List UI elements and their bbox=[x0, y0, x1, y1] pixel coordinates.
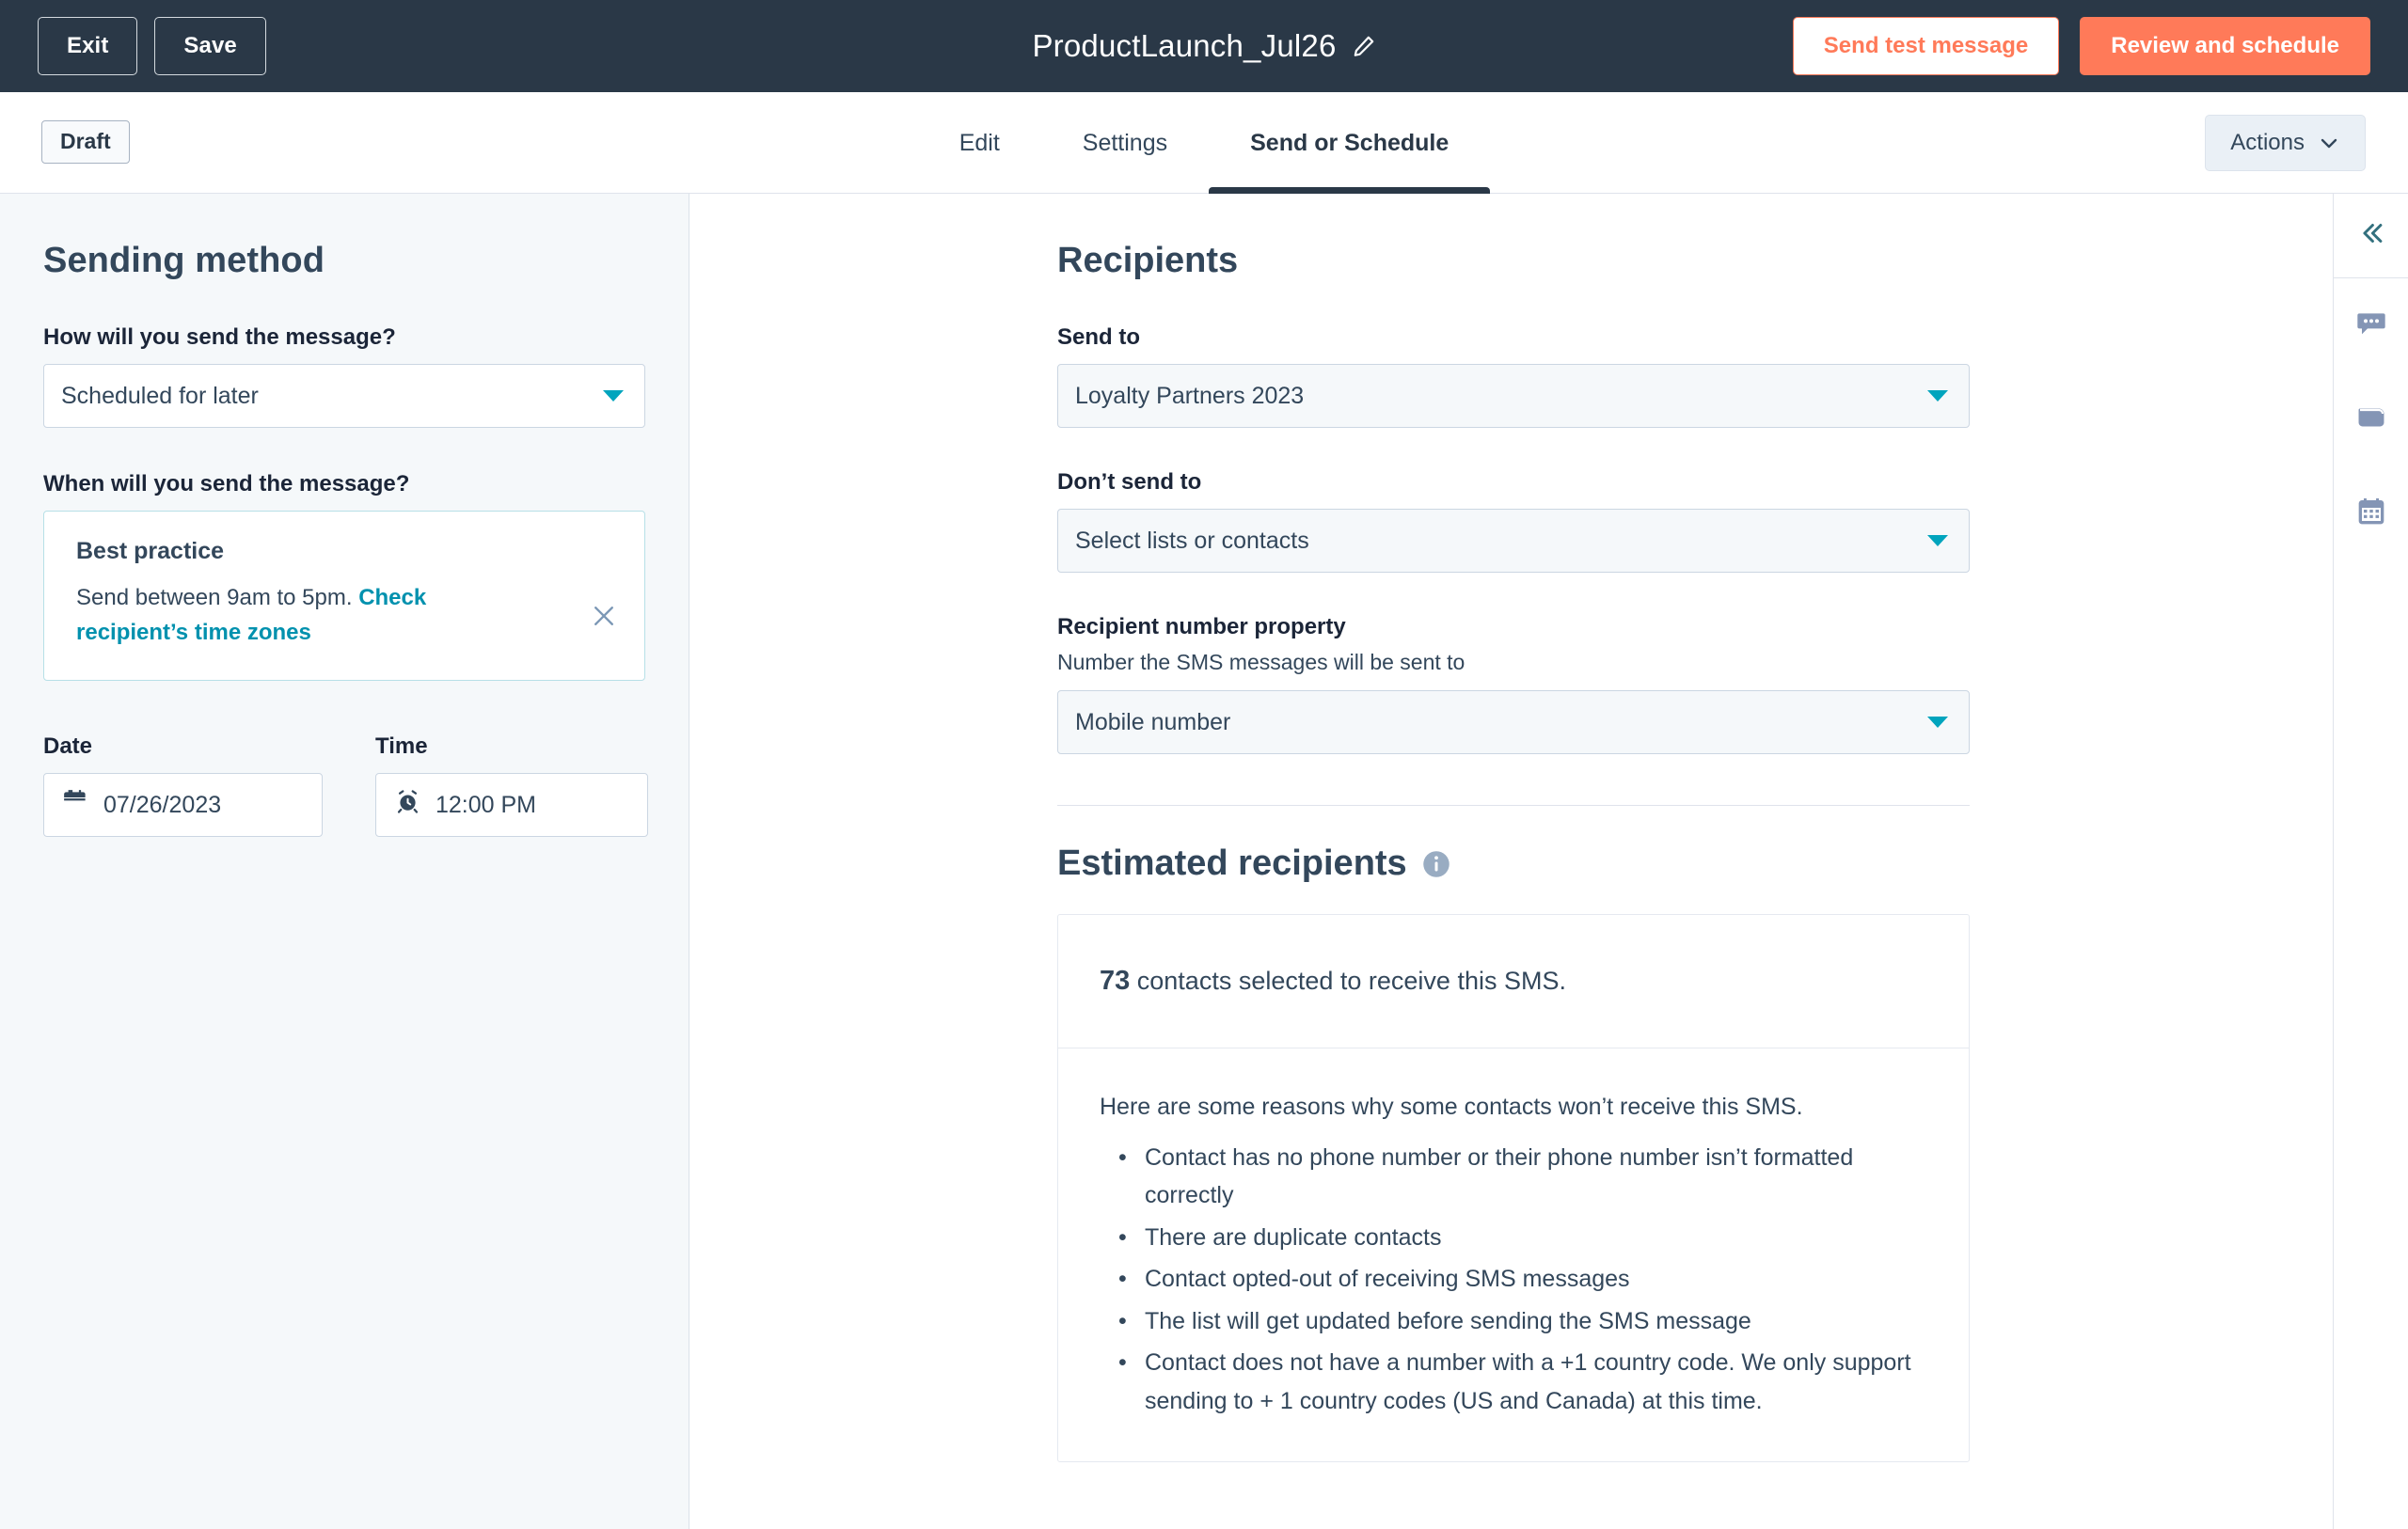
recipient-number-property-select[interactable]: Mobile number bbox=[1057, 690, 1970, 754]
tab-edit[interactable]: Edit bbox=[918, 92, 1041, 194]
how-send-value: Scheduled for later bbox=[61, 383, 259, 410]
estimated-count-row: 73 contacts selected to receive this SMS… bbox=[1058, 915, 1969, 1048]
tab-send-or-schedule[interactable]: Send or Schedule bbox=[1209, 92, 1490, 194]
sending-method-heading: Sending method bbox=[43, 241, 645, 281]
tab-settings[interactable]: Settings bbox=[1041, 92, 1209, 194]
estimated-count: 73 bbox=[1100, 966, 1130, 996]
top-toolbar: Exit Save ProductLaunch_Jul26 Send test … bbox=[0, 0, 2408, 92]
date-input[interactable]: 07/26/2023 bbox=[43, 773, 323, 837]
right-icon-rail bbox=[2333, 194, 2408, 1529]
list-item: Contact does not have a number with a +1… bbox=[1118, 1344, 1927, 1420]
how-send-label: How will you send the message? bbox=[43, 324, 645, 351]
rail-item-calendar[interactable] bbox=[2334, 466, 2408, 560]
actions-button-label: Actions bbox=[2230, 130, 2305, 156]
alarm-clock-icon bbox=[395, 789, 420, 821]
rail-item-knowledge[interactable] bbox=[2334, 372, 2408, 466]
best-practice-text: Send between 9am to 5pm. Check recipient… bbox=[76, 580, 471, 650]
time-field-group: Time 12:00 PM bbox=[375, 733, 648, 837]
estimated-recipients-header: Estimated recipients bbox=[1057, 843, 2333, 884]
actions-button[interactable]: Actions bbox=[2205, 115, 2366, 171]
best-practice-card: Best practice Send between 9am to 5pm. C… bbox=[43, 511, 645, 681]
send-test-message-button[interactable]: Send test message bbox=[1793, 17, 2059, 75]
tab-bar: Edit Settings Send or Schedule bbox=[0, 92, 2408, 194]
close-icon[interactable] bbox=[590, 602, 618, 630]
list-item: Contact has no phone number or their pho… bbox=[1118, 1139, 1927, 1215]
best-practice-body: Send between 9am to 5pm. bbox=[76, 585, 358, 610]
dont-send-to-select[interactable]: Select lists or contacts bbox=[1057, 509, 1970, 573]
when-send-label: When will you send the message? bbox=[43, 471, 645, 497]
calendar-icon bbox=[63, 789, 88, 821]
book-icon bbox=[2356, 402, 2386, 437]
time-label: Time bbox=[375, 733, 648, 760]
estimated-recipients-heading: Estimated recipients bbox=[1057, 843, 1407, 884]
chat-bubble-icon bbox=[2356, 308, 2386, 343]
info-icon[interactable] bbox=[1422, 850, 1450, 878]
recipient-number-property-label: Recipient number property bbox=[1057, 614, 2333, 640]
date-time-row: Date 07/26/2023 Time bbox=[43, 733, 645, 837]
collapse-sidebar-button[interactable] bbox=[2334, 194, 2408, 278]
dont-send-to-value: Select lists or contacts bbox=[1075, 528, 1309, 555]
calendar-icon bbox=[2356, 497, 2386, 531]
chevron-down-icon bbox=[1927, 717, 1948, 728]
list-item: The list will get updated before sending… bbox=[1118, 1302, 1927, 1341]
review-and-schedule-button[interactable]: Review and schedule bbox=[2080, 17, 2370, 75]
top-toolbar-left: Exit Save bbox=[0, 17, 266, 75]
time-input[interactable]: 12:00 PM bbox=[375, 773, 648, 837]
chevron-down-icon bbox=[1927, 535, 1948, 546]
pencil-icon[interactable] bbox=[1352, 34, 1376, 58]
time-value: 12:00 PM bbox=[436, 792, 536, 819]
date-value: 07/26/2023 bbox=[103, 792, 221, 819]
exclusion-reasons-list: Contact has no phone number or their pho… bbox=[1100, 1139, 1927, 1421]
list-item: There are duplicate contacts bbox=[1118, 1219, 1927, 1257]
recipients-panel: Recipients Send to Loyalty Partners 2023… bbox=[690, 194, 2333, 1529]
rail-item-chat[interactable] bbox=[2334, 278, 2408, 372]
send-to-value: Loyalty Partners 2023 bbox=[1075, 383, 1304, 410]
recipient-number-property-sublabel: Number the SMS messages will be sent to bbox=[1057, 650, 2333, 675]
dont-send-to-label: Don’t send to bbox=[1057, 469, 2333, 496]
exit-button[interactable]: Exit bbox=[38, 17, 137, 75]
date-field-group: Date 07/26/2023 bbox=[43, 733, 323, 837]
estimated-count-suffix: contacts selected to receive this SMS. bbox=[1130, 967, 1566, 995]
chevron-down-icon bbox=[2318, 132, 2340, 154]
recipients-heading: Recipients bbox=[1057, 241, 2333, 281]
send-to-label: Send to bbox=[1057, 324, 2333, 351]
estimated-recipients-box: 73 contacts selected to receive this SMS… bbox=[1057, 914, 1970, 1462]
top-toolbar-right: Send test message Review and schedule bbox=[1793, 17, 2408, 75]
page-title: ProductLaunch_Jul26 bbox=[1032, 28, 1336, 64]
divider bbox=[1057, 805, 1970, 806]
date-label: Date bbox=[43, 733, 323, 760]
save-button[interactable]: Save bbox=[154, 17, 265, 75]
how-send-select[interactable]: Scheduled for later bbox=[43, 364, 645, 428]
double-chevron-left-icon bbox=[2355, 217, 2387, 254]
exclusion-reasons-intro: Here are some reasons why some contacts … bbox=[1100, 1090, 1927, 1126]
chevron-down-icon bbox=[1927, 390, 1948, 402]
recipient-number-property-value: Mobile number bbox=[1075, 709, 1230, 736]
chevron-down-icon bbox=[603, 390, 624, 402]
sending-method-panel: Sending method How will you send the mes… bbox=[0, 194, 689, 1529]
exclusion-reasons: Here are some reasons why some contacts … bbox=[1058, 1048, 1969, 1461]
list-item: Contact opted-out of receiving SMS messa… bbox=[1118, 1260, 1927, 1299]
best-practice-title: Best practice bbox=[76, 538, 612, 565]
send-to-select[interactable]: Loyalty Partners 2023 bbox=[1057, 364, 1970, 428]
